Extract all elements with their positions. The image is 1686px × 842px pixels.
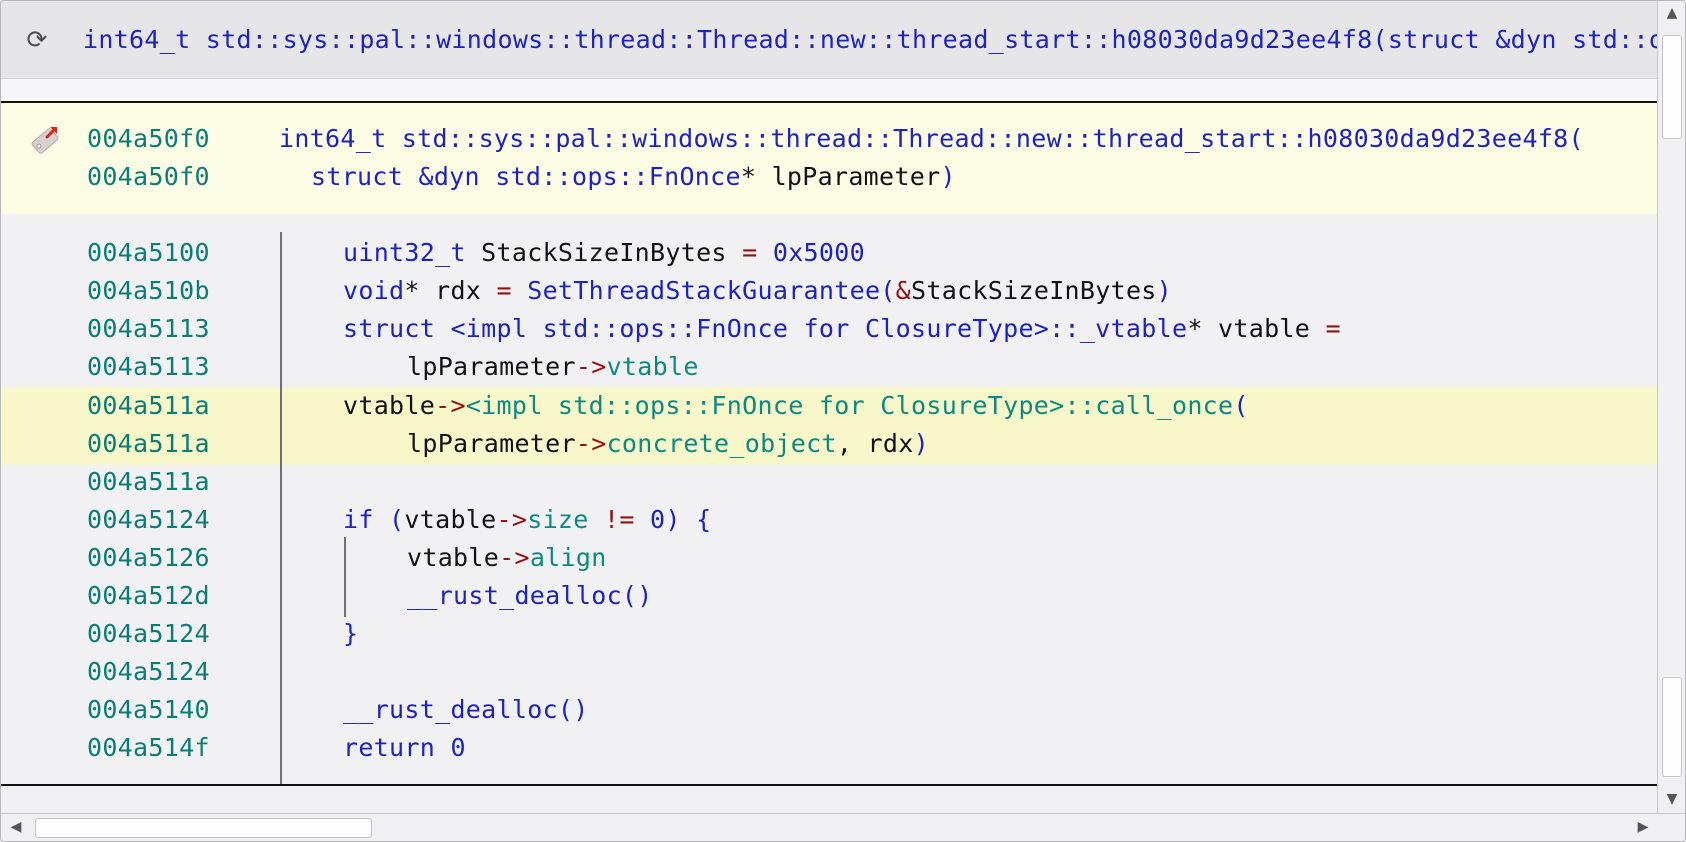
- open-paren: (: [1233, 391, 1249, 420]
- operator: ->: [496, 505, 528, 534]
- number-literal[interactable]: 0: [650, 505, 665, 534]
- vertical-scroll-thumb-lower[interactable]: [1662, 677, 1682, 777]
- decompiler-window: ⟳ int64_t std::sys::pal::windows::thread…: [0, 0, 1686, 842]
- parameter-declaration[interactable]: struct &dyn std::ops::FnOnce* lpParamete…: [311, 158, 956, 196]
- variable[interactable]: vtable: [343, 391, 435, 420]
- address[interactable]: 004a5100: [87, 234, 210, 272]
- pointer-star: *: [740, 162, 757, 191]
- address[interactable]: 004a510b: [87, 272, 210, 310]
- close-paren: ): [940, 162, 956, 191]
- address[interactable]: 004a512d: [87, 577, 210, 615]
- operator: !=: [588, 505, 651, 534]
- number-literal[interactable]: 0x5000: [758, 238, 865, 267]
- function-call[interactable]: SetThreadStackGuarantee(: [512, 276, 896, 305]
- function-header: ⟳ int64_t std::sys::pal::windows::thread…: [1, 1, 1685, 79]
- footer-spacer: [1, 786, 1657, 811]
- parameter-name[interactable]: lpParameter: [756, 162, 941, 191]
- close-brace: }: [343, 619, 359, 648]
- type-keyword[interactable]: void: [343, 276, 404, 305]
- return-keyword[interactable]: return: [343, 733, 435, 762]
- struct-keyword: struct: [311, 162, 404, 191]
- function-call[interactable]: __rust_dealloc(): [407, 577, 653, 615]
- horizontal-scrollbar[interactable]: ◀ ▶: [1, 813, 1685, 841]
- variable[interactable]: , rdx: [837, 429, 914, 458]
- method[interactable]: <impl std::ops::FnOnce for ClosureType>:…: [466, 391, 1234, 420]
- open-brace: ) {: [665, 505, 712, 534]
- type-name[interactable]: struct <impl std::ops::FnOnce for Closur…: [343, 314, 1187, 343]
- code-line-empty[interactable]: 004a511a: [1, 463, 1657, 501]
- variable[interactable]: vtable: [407, 543, 499, 572]
- code-line-empty[interactable]: 004a5124: [1, 653, 1657, 691]
- code-line[interactable]: 004a510b void* rdx = SetThreadStackGuara…: [1, 272, 1657, 310]
- scroll-right-arrow-icon[interactable]: ▶: [1631, 817, 1655, 839]
- operator: ->: [499, 543, 530, 572]
- address[interactable]: 004a511a: [87, 463, 210, 501]
- function-signature-header[interactable]: int64_t std::sys::pal::windows::thread::…: [83, 20, 1685, 60]
- code-line[interactable]: 004a5113 lpParameter->vtable: [1, 348, 1657, 386]
- operator: ->: [575, 352, 607, 381]
- address[interactable]: 004a50f0: [87, 120, 210, 158]
- code-line[interactable]: 004a5140 __rust_dealloc(): [1, 691, 1657, 729]
- address[interactable]: 004a5113: [87, 310, 210, 348]
- variable[interactable]: * vtable: [1187, 314, 1325, 343]
- address[interactable]: 004a5140: [87, 691, 210, 729]
- address[interactable]: 004a50f0: [87, 158, 210, 196]
- variable[interactable]: vtable: [404, 505, 496, 534]
- address[interactable]: 004a5124: [87, 501, 210, 539]
- field[interactable]: vtable: [607, 352, 699, 381]
- scroll-up-arrow-icon[interactable]: ▲: [1660, 3, 1684, 25]
- address[interactable]: 004a5113: [87, 348, 210, 386]
- address[interactable]: 004a511a: [87, 387, 210, 425]
- close-paren: ): [1156, 276, 1173, 305]
- code-line[interactable]: 004a5113 struct <impl std::ops::FnOnce f…: [1, 310, 1657, 348]
- address[interactable]: 004a5124: [87, 615, 210, 653]
- field[interactable]: concrete_object: [607, 429, 837, 458]
- function-params-line[interactable]: 004a50f0 struct &dyn std::ops::FnOnce* l…: [1, 158, 1657, 196]
- close-paren: ): [913, 429, 929, 458]
- code-line[interactable]: 004a5124 }: [1, 615, 1657, 653]
- operator: ->: [575, 429, 607, 458]
- function-signature-line[interactable]: 004a50f0 int64_t std::sys::pal::windows:…: [1, 120, 1657, 158]
- operator: =: [742, 238, 758, 267]
- header-spacer: [1, 79, 1657, 101]
- horizontal-scroll-thumb[interactable]: [35, 818, 372, 838]
- code-line-highlighted[interactable]: 004a511a vtable-><impl std::ops::FnOnce …: [1, 387, 1657, 425]
- address[interactable]: 004a5126: [87, 539, 210, 577]
- code-line[interactable]: 004a5100 uint32_t StackSizeInBytes = 0x5…: [1, 234, 1657, 272]
- code-line[interactable]: 004a5124 if (vtable->size != 0) {: [1, 501, 1657, 539]
- code-line-highlighted[interactable]: 004a511a lpParameter->concrete_object, r…: [1, 425, 1657, 463]
- type-keyword[interactable]: uint32_t: [343, 238, 466, 267]
- operator: =: [1325, 314, 1341, 343]
- code-line[interactable]: 004a512d __rust_dealloc(): [1, 577, 1657, 615]
- if-keyword[interactable]: if (: [343, 505, 404, 534]
- code-view[interactable]: 004a50f0 int64_t std::sys::pal::windows:…: [1, 103, 1657, 784]
- number-literal[interactable]: 0: [435, 733, 466, 762]
- code-line[interactable]: 004a5126 vtable->align: [1, 539, 1657, 577]
- refresh-icon[interactable]: ⟳: [21, 21, 53, 59]
- parameter-type[interactable]: &dyn std::ops::FnOnce: [418, 162, 740, 191]
- address[interactable]: 004a514f: [87, 729, 210, 767]
- variable[interactable]: StackSizeInBytes: [911, 276, 1157, 305]
- function-signature[interactable]: int64_t std::sys::pal::windows::thread::…: [279, 120, 1584, 158]
- operator: =: [496, 276, 512, 305]
- variable[interactable]: * rdx: [404, 276, 496, 305]
- address[interactable]: 004a511a: [87, 425, 210, 463]
- scroll-left-arrow-icon[interactable]: ◀: [4, 817, 28, 839]
- address[interactable]: 004a5124: [87, 653, 210, 691]
- variable[interactable]: StackSizeInBytes: [466, 238, 742, 267]
- vertical-scroll-thumb[interactable]: [1662, 35, 1682, 139]
- vertical-scrollbar[interactable]: ▲ ▼: [1657, 1, 1685, 813]
- field[interactable]: align: [530, 543, 607, 572]
- variable[interactable]: lpParameter: [407, 352, 576, 381]
- operator: &: [895, 276, 912, 305]
- function-call[interactable]: __rust_dealloc(): [343, 691, 589, 729]
- field[interactable]: size: [527, 505, 588, 534]
- scroll-down-arrow-icon[interactable]: ▼: [1660, 789, 1684, 811]
- code-line[interactable]: 004a514f return 0: [1, 729, 1657, 767]
- operator: ->: [435, 391, 466, 420]
- variable[interactable]: lpParameter: [407, 429, 576, 458]
